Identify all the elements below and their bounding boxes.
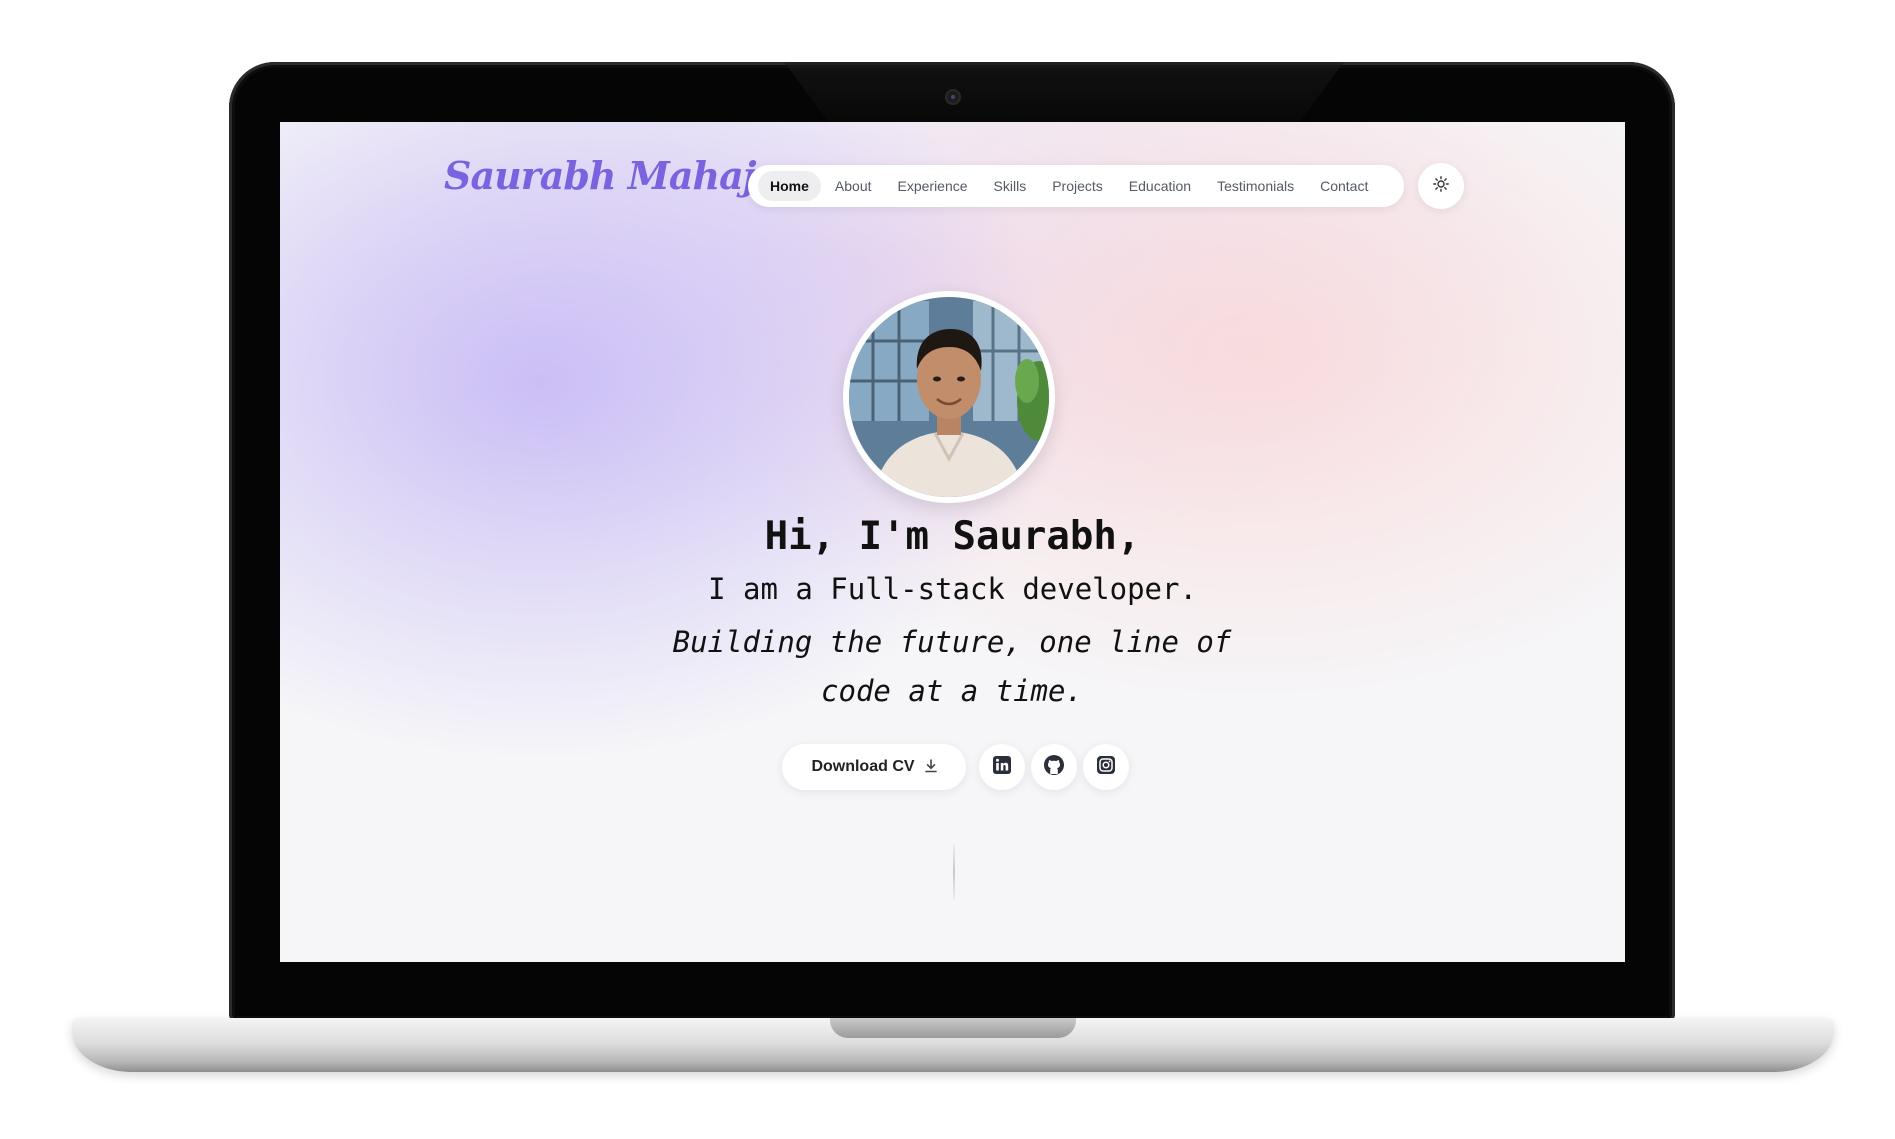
nav-item-education[interactable]: Education <box>1117 171 1203 201</box>
instagram-button[interactable] <box>1083 744 1129 790</box>
nav-item-projects[interactable]: Projects <box>1040 171 1115 201</box>
nav-item-contact[interactable]: Contact <box>1308 171 1380 201</box>
scroll-indicator <box>953 844 955 900</box>
website-screen: Saurabh Mahajan Home About Experience Sk… <box>280 122 1625 962</box>
hero-greeting: Hi, I'm Saurabh, <box>764 514 1141 559</box>
github-button[interactable] <box>1031 744 1077 790</box>
nav-item-home[interactable]: Home <box>758 171 821 201</box>
nav-item-testimonials[interactable]: Testimonials <box>1205 171 1306 201</box>
download-cv-button[interactable]: Download CV <box>782 744 966 790</box>
sun-icon <box>1433 175 1449 197</box>
hero-role: I am a Full-stack developer. <box>708 572 1197 606</box>
webcam <box>947 91 959 103</box>
nav-item-about[interactable]: About <box>823 171 884 201</box>
profile-avatar <box>843 291 1055 503</box>
laptop-base-notch <box>830 1018 1076 1038</box>
nav-item-experience[interactable]: Experience <box>886 171 980 201</box>
nav-item-skills[interactable]: Skills <box>982 171 1039 201</box>
instagram-icon <box>1096 755 1116 780</box>
download-icon <box>924 758 937 776</box>
lid-glare <box>784 62 1344 122</box>
hero-tagline: Building the future, one line of code at… <box>672 625 1232 708</box>
linkedin-button[interactable] <box>979 744 1025 790</box>
download-cv-label: Download CV <box>811 758 915 775</box>
github-icon <box>1043 754 1065 781</box>
linkedin-icon <box>992 755 1012 780</box>
main-nav: Home About Experience Skills Projects Ed… <box>748 165 1404 207</box>
theme-toggle-button[interactable] <box>1418 163 1464 209</box>
